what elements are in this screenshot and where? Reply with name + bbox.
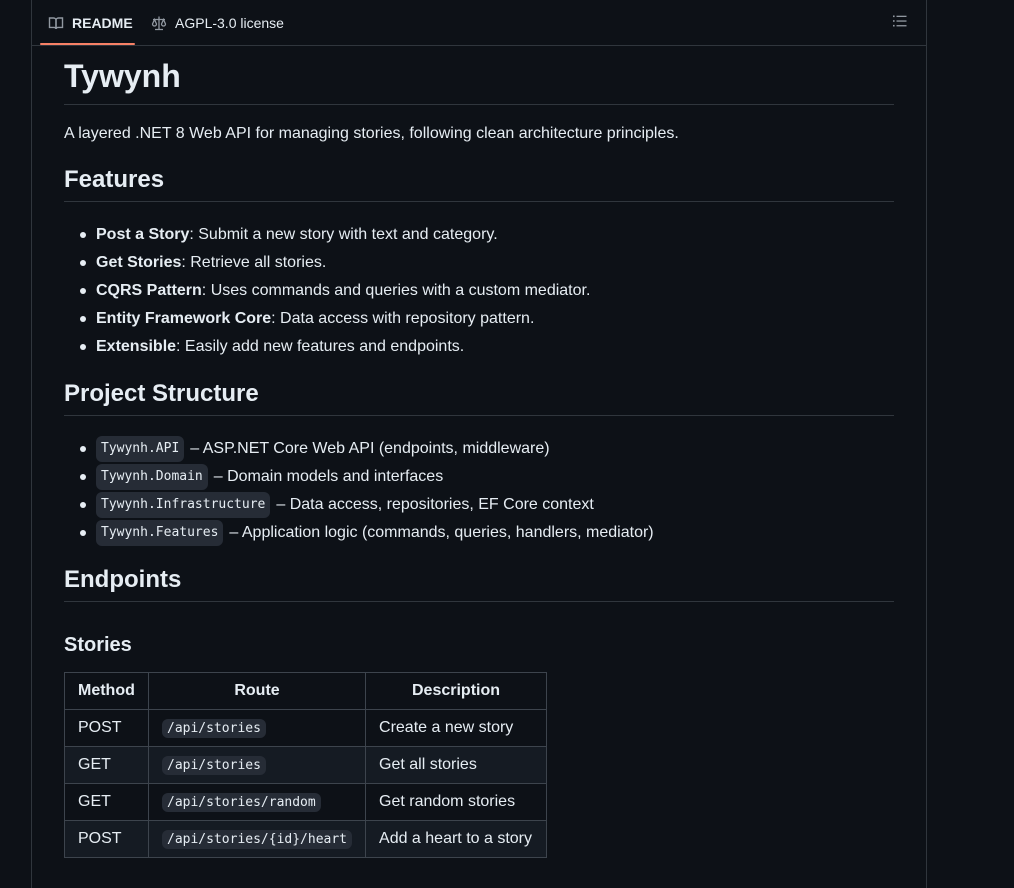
structure-list: Tywynh.API – ASP.NET Core Web API (endpoi… [64, 435, 654, 547]
list-item: CQRS Pattern: Uses commands and queries … [64, 277, 590, 305]
list-icon [892, 13, 908, 34]
table-row: POST /api/stories/{id}/heart Add a heart… [64, 820, 548, 858]
route-cell: /api/stories/random [147, 783, 367, 821]
table-row: POST /api/stories Create a new story [64, 709, 548, 747]
active-tab-indicator [40, 43, 135, 45]
tab-license[interactable]: AGPL-3.0 license [151, 0, 284, 46]
list-item: Tywynh.Infrastructure – Data access, repo… [64, 491, 654, 519]
table-row: GET /api/stories/random Get random stori… [64, 783, 548, 821]
project-structure-heading: Project Structure [64, 380, 894, 416]
tab-license-label: AGPL-3.0 license [175, 15, 284, 31]
stories-subheading: Stories [64, 634, 132, 656]
list-item: Extensible: Easily add new features and … [64, 333, 590, 361]
list-item: Tywynh.Domain – Domain models and interfa… [64, 463, 654, 491]
intro-paragraph: A layered .NET 8 Web API for managing st… [64, 125, 679, 142]
outline-menu-button[interactable] [890, 13, 910, 33]
list-item: Post a Story: Submit a new story with te… [64, 221, 590, 249]
tab-readme[interactable]: README [48, 0, 133, 46]
description-cell: Add a heart to a story [365, 820, 548, 858]
list-item: Tywynh.Features – Application logic (comm… [64, 519, 654, 547]
method-cell: POST [64, 820, 149, 858]
list-item: Tywynh.API – ASP.NET Core Web API (endpoi… [64, 435, 654, 463]
route-cell: /api/stories [147, 709, 367, 747]
description-cell: Create a new story [365, 709, 548, 747]
readme-panel: README AGPL-3.0 license Tywynh A layered… [31, 0, 927, 888]
list-item: Get Stories: Retrieve all stories. [64, 249, 590, 277]
column-header: Route [147, 672, 367, 710]
endpoints-heading: Endpoints [64, 566, 894, 602]
scale-icon [151, 15, 167, 31]
features-list: Post a Story: Submit a new story with te… [64, 221, 590, 361]
book-icon [48, 15, 64, 31]
description-cell: Get random stories [365, 783, 548, 821]
page-title: Tywynh [64, 58, 894, 105]
method-cell: GET [64, 746, 149, 784]
method-cell: POST [64, 709, 149, 747]
list-item: Entity Framework Core: Data access with … [64, 305, 590, 333]
method-cell: GET [64, 783, 149, 821]
table-header-row: Method Route Description [64, 672, 548, 710]
table-row: GET /api/stories Get all stories [64, 746, 548, 784]
column-header: Method [64, 672, 149, 710]
column-header: Description [365, 672, 548, 710]
description-cell: Get all stories [365, 746, 548, 784]
tab-readme-label: README [72, 15, 133, 31]
route-cell: /api/stories [147, 746, 367, 784]
readme-tabbar: README AGPL-3.0 license [32, 0, 926, 46]
route-cell: /api/stories/{id}/heart [147, 820, 367, 858]
features-heading: Features [64, 166, 894, 202]
endpoints-table: Method Route Description POST /api/stori… [64, 672, 548, 858]
